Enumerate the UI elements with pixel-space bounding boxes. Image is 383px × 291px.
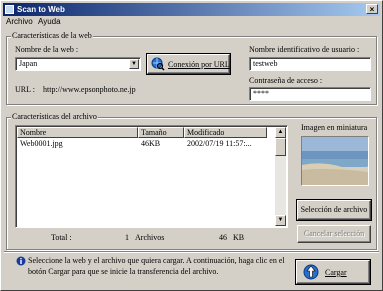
info-icon [16, 256, 26, 266]
web-name-label: Nombre de la web : [15, 45, 79, 54]
column-header-size[interactable]: Tamaño [138, 127, 184, 138]
url-label: URL : [15, 85, 35, 94]
table-row[interactable]: Web0001.jpg 46KB 2002/07/19 11:57:... [17, 139, 277, 149]
column-header-modified[interactable]: Modificado [184, 127, 267, 138]
total-label: Total : [51, 233, 72, 242]
title-bar: Scan to Web × [3, 3, 380, 16]
thumbnail-label: Imagen en miniatura [301, 123, 368, 132]
total-unit: Archivos [135, 233, 165, 242]
menu-ayuda[interactable]: Ayuda [38, 17, 61, 26]
file-list[interactable]: Nombre Tamaño Modificado Web0001.jpg 46K… [15, 125, 288, 228]
password-label: Contraseña de acceso : [249, 76, 323, 85]
thumbnail-image [301, 136, 369, 186]
total-size: 46 [219, 233, 227, 242]
file-group: Características del archivo Nombre Tamañ… [6, 112, 377, 250]
user-label: Nombre identificativo de usuario : [249, 45, 360, 54]
total-size-unit: KB [233, 233, 245, 242]
row-name: Web0001.jpg [20, 139, 63, 148]
menu-archivo[interactable]: Archivo [6, 17, 33, 26]
web-name-select[interactable]: Japan ▼ [15, 57, 141, 71]
password-value: **** [253, 89, 269, 98]
info-line-2: botón Cargar para que se inicie la trans… [28, 267, 219, 276]
row-size: 46KB [141, 139, 161, 148]
file-group-title: Características del archivo [11, 112, 98, 121]
web-name-value: Japan [19, 59, 38, 68]
web-group-title: Características de la web [11, 31, 93, 40]
url-value: http://www.epsonphoto.ne.jp [43, 85, 136, 94]
connect-url-button[interactable]: Conexión por URL [146, 53, 231, 75]
upload-button[interactable]: Cargar [295, 259, 371, 285]
upload-icon [303, 264, 319, 280]
chevron-down-icon[interactable]: ▼ [129, 59, 139, 69]
app-window: Scan to Web × Archivo Ayuda Característi… [0, 0, 383, 291]
user-value: testweb [253, 59, 278, 68]
connect-url-label: Conexión por URL [168, 60, 230, 69]
total-count: 1 [125, 233, 129, 242]
scroll-thumb[interactable] [275, 138, 286, 156]
upload-label: Cargar [325, 268, 347, 277]
globe-magnifier-icon [151, 57, 165, 71]
divider [4, 251, 379, 253]
info-line-1: Seleccione la web y el archivo que quier… [28, 256, 285, 265]
cancel-selection-button[interactable]: Cancelar selección [297, 225, 371, 243]
close-button[interactable]: × [366, 4, 378, 14]
web-settings-group: Características de la web Nombre de la w… [6, 31, 377, 105]
vertical-scrollbar[interactable]: ▲ ▼ [275, 127, 286, 226]
scroll-down-icon[interactable]: ▼ [275, 215, 286, 226]
password-input[interactable]: **** [249, 87, 371, 101]
select-file-button[interactable]: Selección de archivo [296, 199, 372, 221]
scroll-up-icon[interactable]: ▲ [275, 127, 286, 138]
row-modified: 2002/07/19 11:57:... [187, 139, 252, 148]
user-input[interactable]: testweb [249, 57, 371, 71]
window-title: Scan to Web [17, 5, 65, 14]
app-icon [5, 5, 14, 14]
beach-photo-icon [302, 137, 368, 185]
column-header-name[interactable]: Nombre [17, 127, 138, 138]
